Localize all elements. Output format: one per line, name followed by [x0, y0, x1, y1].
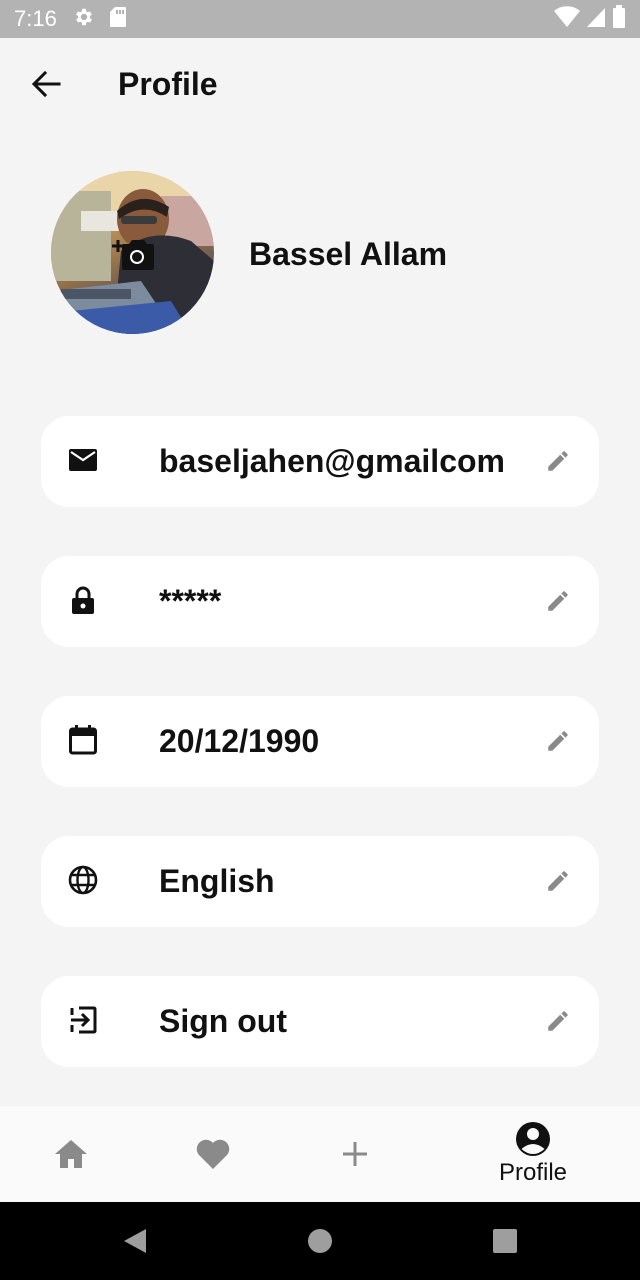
user-name: Bassel Allam	[249, 236, 448, 272]
sign-out-label: Sign out	[159, 1003, 287, 1039]
circle-home-icon	[308, 1229, 332, 1253]
password-row[interactable]: *****	[41, 556, 599, 647]
sign-out-row[interactable]: Sign out	[41, 976, 599, 1067]
status-time: 7:16	[14, 6, 57, 31]
status-bar: 7:16	[0, 0, 640, 38]
settings-icon	[73, 6, 95, 33]
calendar-icon	[67, 724, 99, 756]
home-icon	[55, 1140, 87, 1168]
arrow-back-icon	[31, 70, 61, 98]
edit-icon	[548, 1011, 568, 1031]
bottom-navigation: Profile	[0, 1106, 640, 1202]
wifi-icon	[554, 5, 580, 33]
square-recents-icon	[493, 1229, 517, 1253]
email-row[interactable]: baseljahen@gmailcom	[41, 416, 599, 507]
logout-icon	[67, 1004, 99, 1036]
triangle-back-icon	[124, 1229, 146, 1253]
lock-icon	[67, 584, 99, 616]
edit-icon	[548, 591, 568, 611]
signal-icon	[586, 6, 606, 33]
system-recents-button[interactable]	[490, 1226, 520, 1256]
add-a-photo-icon	[112, 240, 154, 270]
edit-icon	[548, 871, 568, 891]
edit-email-button[interactable]	[543, 446, 573, 476]
edit-birthdate-button[interactable]	[543, 726, 573, 756]
birthdate-row[interactable]: 20/12/1990	[41, 696, 599, 787]
password-value: *****	[159, 583, 222, 619]
birthdate-value: 20/12/1990	[159, 723, 320, 759]
plus-icon	[343, 1142, 367, 1166]
system-navigation-bar	[0, 1202, 640, 1280]
system-back-button[interactable]	[120, 1226, 150, 1256]
language-row[interactable]: English	[41, 836, 599, 927]
nav-home[interactable]	[0, 1106, 142, 1202]
edit-icon	[548, 731, 568, 751]
battery-icon	[612, 4, 626, 34]
nav-profile-label: Profile	[498, 1159, 568, 1186]
nav-favorites[interactable]	[142, 1106, 284, 1202]
account-circle-icon	[516, 1122, 550, 1156]
email-value: baseljahen@gmailcom	[159, 443, 505, 479]
email-icon	[67, 444, 99, 476]
add-photo-button[interactable]	[112, 236, 154, 272]
edit-language-button[interactable]	[543, 866, 573, 896]
app-bar: Profile	[0, 38, 640, 132]
globe-icon	[67, 864, 99, 896]
language-value: English	[159, 863, 275, 899]
edit-icon	[548, 451, 568, 471]
page-title: Profile	[118, 66, 218, 102]
nav-add[interactable]	[284, 1106, 426, 1202]
edit-sign-out-button[interactable]	[543, 1006, 573, 1036]
back-button[interactable]	[26, 64, 66, 104]
system-home-button[interactable]	[305, 1226, 335, 1256]
sd-card-icon	[109, 6, 127, 33]
heart-icon	[196, 1139, 230, 1169]
nav-profile[interactable]: Profile	[462, 1106, 604, 1202]
edit-password-button[interactable]	[543, 586, 573, 616]
